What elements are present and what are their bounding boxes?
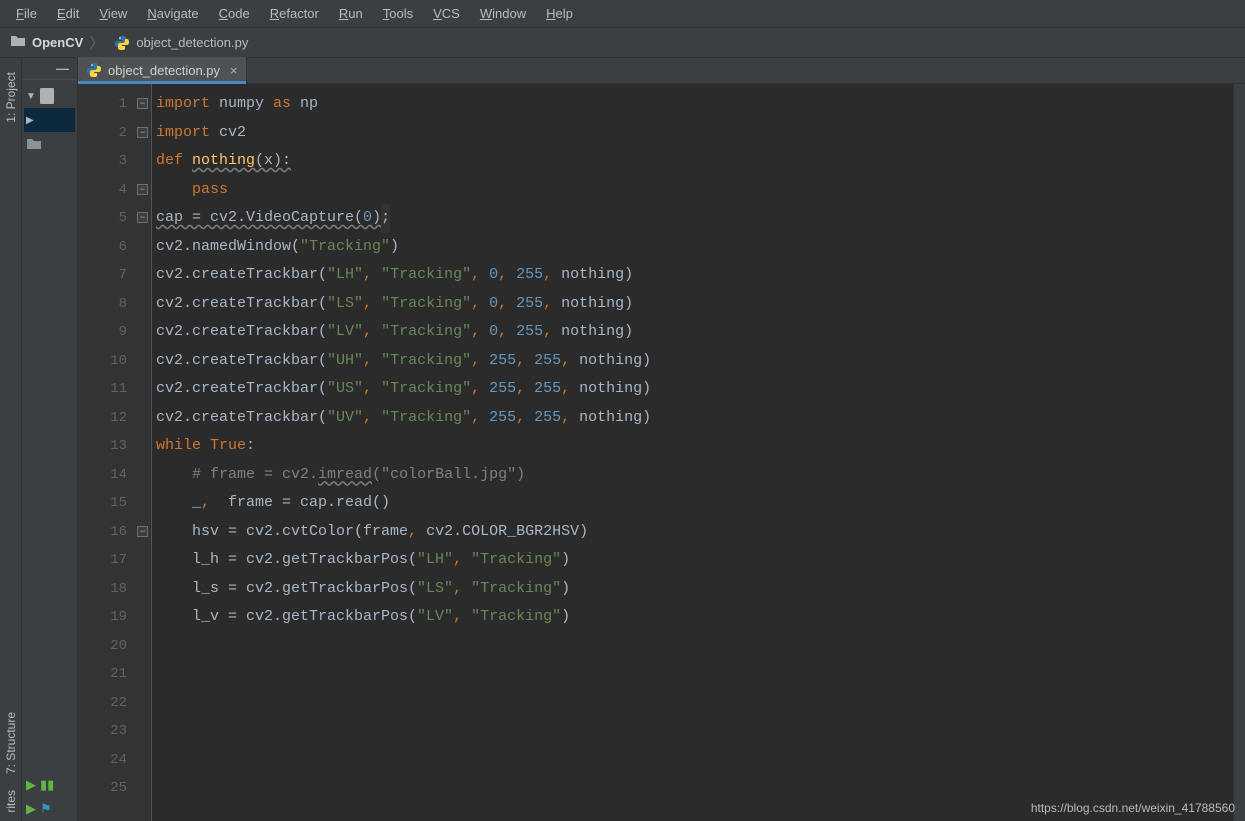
menu-tools[interactable]: Tools <box>373 4 423 23</box>
code-line[interactable]: _, frame = cap.read() <box>156 489 1245 518</box>
line-number: 16 <box>78 518 127 547</box>
line-number: 11 <box>78 375 127 404</box>
code-line[interactable]: import numpy as np <box>156 90 1245 119</box>
line-number: 22 <box>78 689 127 718</box>
debug-icon[interactable]: ⚑ <box>40 801 52 817</box>
menu-bar: FileEditViewNavigateCodeRefactorRunTools… <box>0 0 1245 28</box>
folder-icon <box>10 34 26 51</box>
folder-icon <box>26 137 42 151</box>
line-number: 21 <box>78 660 127 689</box>
code-line[interactable]: cap = cv2.VideoCapture(0); <box>156 204 1245 233</box>
line-number: 10 <box>78 347 127 376</box>
tree-row[interactable] <box>24 132 75 156</box>
favorites-tool-tab[interactable]: rites <box>2 782 20 821</box>
project-tool-window: — ▼ ▶ ▶▮▮ ▶⚑ <box>22 58 78 821</box>
line-number: 12 <box>78 404 127 433</box>
coverage-icon[interactable]: ▮▮ <box>40 777 54 793</box>
run-icon[interactable]: ▶ <box>26 777 36 793</box>
line-number: 2 <box>78 119 127 148</box>
close-tab-icon[interactable]: × <box>230 63 238 78</box>
editor-tabs: object_detection.py × <box>78 58 1245 84</box>
menu-view[interactable]: View <box>89 4 137 23</box>
editor-area: object_detection.py × 123456789101112131… <box>78 58 1245 821</box>
line-number: 3 <box>78 147 127 176</box>
fold-gutter: − − − − − <box>136 84 152 821</box>
code-line[interactable]: cv2.createTrackbar("LV", "Tracking", 0, … <box>156 318 1245 347</box>
code-line[interactable]: l_h = cv2.getTrackbarPos("LH", "Tracking… <box>156 546 1245 575</box>
fold-toggle-icon[interactable]: − <box>137 526 148 537</box>
line-number: 17 <box>78 546 127 575</box>
code-line[interactable]: cv2.createTrackbar("LS", "Tracking", 0, … <box>156 290 1245 319</box>
project-toolbar: — <box>22 58 77 80</box>
code-line[interactable]: pass <box>156 176 1245 205</box>
watermark-text: https://blog.csdn.net/weixin_41788560 <box>1031 801 1235 815</box>
code-line[interactable]: cv2.createTrackbar("UH", "Tracking", 255… <box>156 347 1245 376</box>
code-line[interactable]: while True: <box>156 432 1245 461</box>
menu-refactor[interactable]: Refactor <box>260 4 329 23</box>
breadcrumb-project[interactable]: OpenCV <box>32 35 83 50</box>
code-line[interactable]: def nothing(x): <box>156 147 1245 176</box>
fold-toggle-icon[interactable]: − <box>137 212 148 223</box>
code-line[interactable]: l_v = cv2.getTrackbarPos("LV", "Tracking… <box>156 603 1245 632</box>
line-number: 20 <box>78 632 127 661</box>
fold-toggle-icon[interactable]: − <box>137 127 148 138</box>
navigation-bar: OpenCV 〉 object_detection.py <box>0 28 1245 58</box>
run-icon[interactable]: ▶ <box>26 801 36 817</box>
menu-window[interactable]: Window <box>470 4 536 23</box>
line-number: 14 <box>78 461 127 490</box>
tree-row[interactable]: ▶ <box>24 108 75 132</box>
menu-run[interactable]: Run <box>329 4 373 23</box>
tree-row[interactable]: ▼ <box>24 84 75 108</box>
line-number: 8 <box>78 290 127 319</box>
line-number: 7 <box>78 261 127 290</box>
editor-tab[interactable]: object_detection.py × <box>78 57 247 83</box>
hide-tool-window-icon[interactable]: — <box>52 61 73 76</box>
line-number-gutter: 1234567891011121314151617181920212223242… <box>78 84 136 821</box>
line-number: 18 <box>78 575 127 604</box>
structure-tool-tab[interactable]: 7: Structure <box>2 704 20 782</box>
file-icon <box>40 88 54 104</box>
menu-help[interactable]: Help <box>536 4 583 23</box>
code-editor[interactable]: import numpy as npimport cv2def nothing(… <box>152 84 1245 821</box>
code-line[interactable]: l_s = cv2.getTrackbarPos("LS", "Tracking… <box>156 575 1245 604</box>
line-number: 25 <box>78 774 127 803</box>
menu-navigate[interactable]: Navigate <box>137 4 208 23</box>
code-line[interactable]: import cv2 <box>156 119 1245 148</box>
code-line[interactable]: # frame = cv2.imread("colorBall.jpg") <box>156 461 1245 490</box>
menu-code[interactable]: Code <box>209 4 260 23</box>
expand-triangle-icon[interactable]: ▼ <box>26 91 36 102</box>
code-line[interactable]: cv2.namedWindow("Tracking") <box>156 233 1245 262</box>
fold-toggle-icon[interactable]: − <box>137 184 148 195</box>
menu-file[interactable]: File <box>6 4 47 23</box>
menu-vcs[interactable]: VCS <box>423 4 470 23</box>
code-line[interactable]: cv2.createTrackbar("UV", "Tracking", 255… <box>156 404 1245 433</box>
code-line[interactable]: hsv = cv2.cvtColor(frame, cv2.COLOR_BGR2… <box>156 518 1245 547</box>
line-number: 9 <box>78 318 127 347</box>
fold-toggle-icon[interactable]: − <box>137 98 148 109</box>
tab-label: object_detection.py <box>108 63 220 78</box>
code-line[interactable]: cv2.createTrackbar("LH", "Tracking", 0, … <box>156 261 1245 290</box>
line-number: 4 <box>78 176 127 205</box>
left-tool-strip: 1: Project 7: Structure rites <box>0 58 22 821</box>
line-number: 15 <box>78 489 127 518</box>
run-triangle-icon[interactable]: ▶ <box>26 115 34 126</box>
line-number: 1 <box>78 90 127 119</box>
breadcrumb-separator-icon: 〉 <box>89 32 104 53</box>
breadcrumb-file[interactable]: object_detection.py <box>136 35 248 50</box>
line-number: 5 <box>78 204 127 233</box>
line-number: 19 <box>78 603 127 632</box>
vertical-scrollbar[interactable] <box>1233 84 1245 821</box>
project-tool-tab[interactable]: 1: Project <box>2 64 20 131</box>
line-number: 23 <box>78 717 127 746</box>
line-number: 6 <box>78 233 127 262</box>
menu-edit[interactable]: Edit <box>47 4 89 23</box>
code-line[interactable]: cv2.createTrackbar("US", "Tracking", 255… <box>156 375 1245 404</box>
python-file-icon <box>114 35 130 51</box>
python-file-icon <box>86 62 102 78</box>
line-number: 24 <box>78 746 127 775</box>
line-number: 13 <box>78 432 127 461</box>
